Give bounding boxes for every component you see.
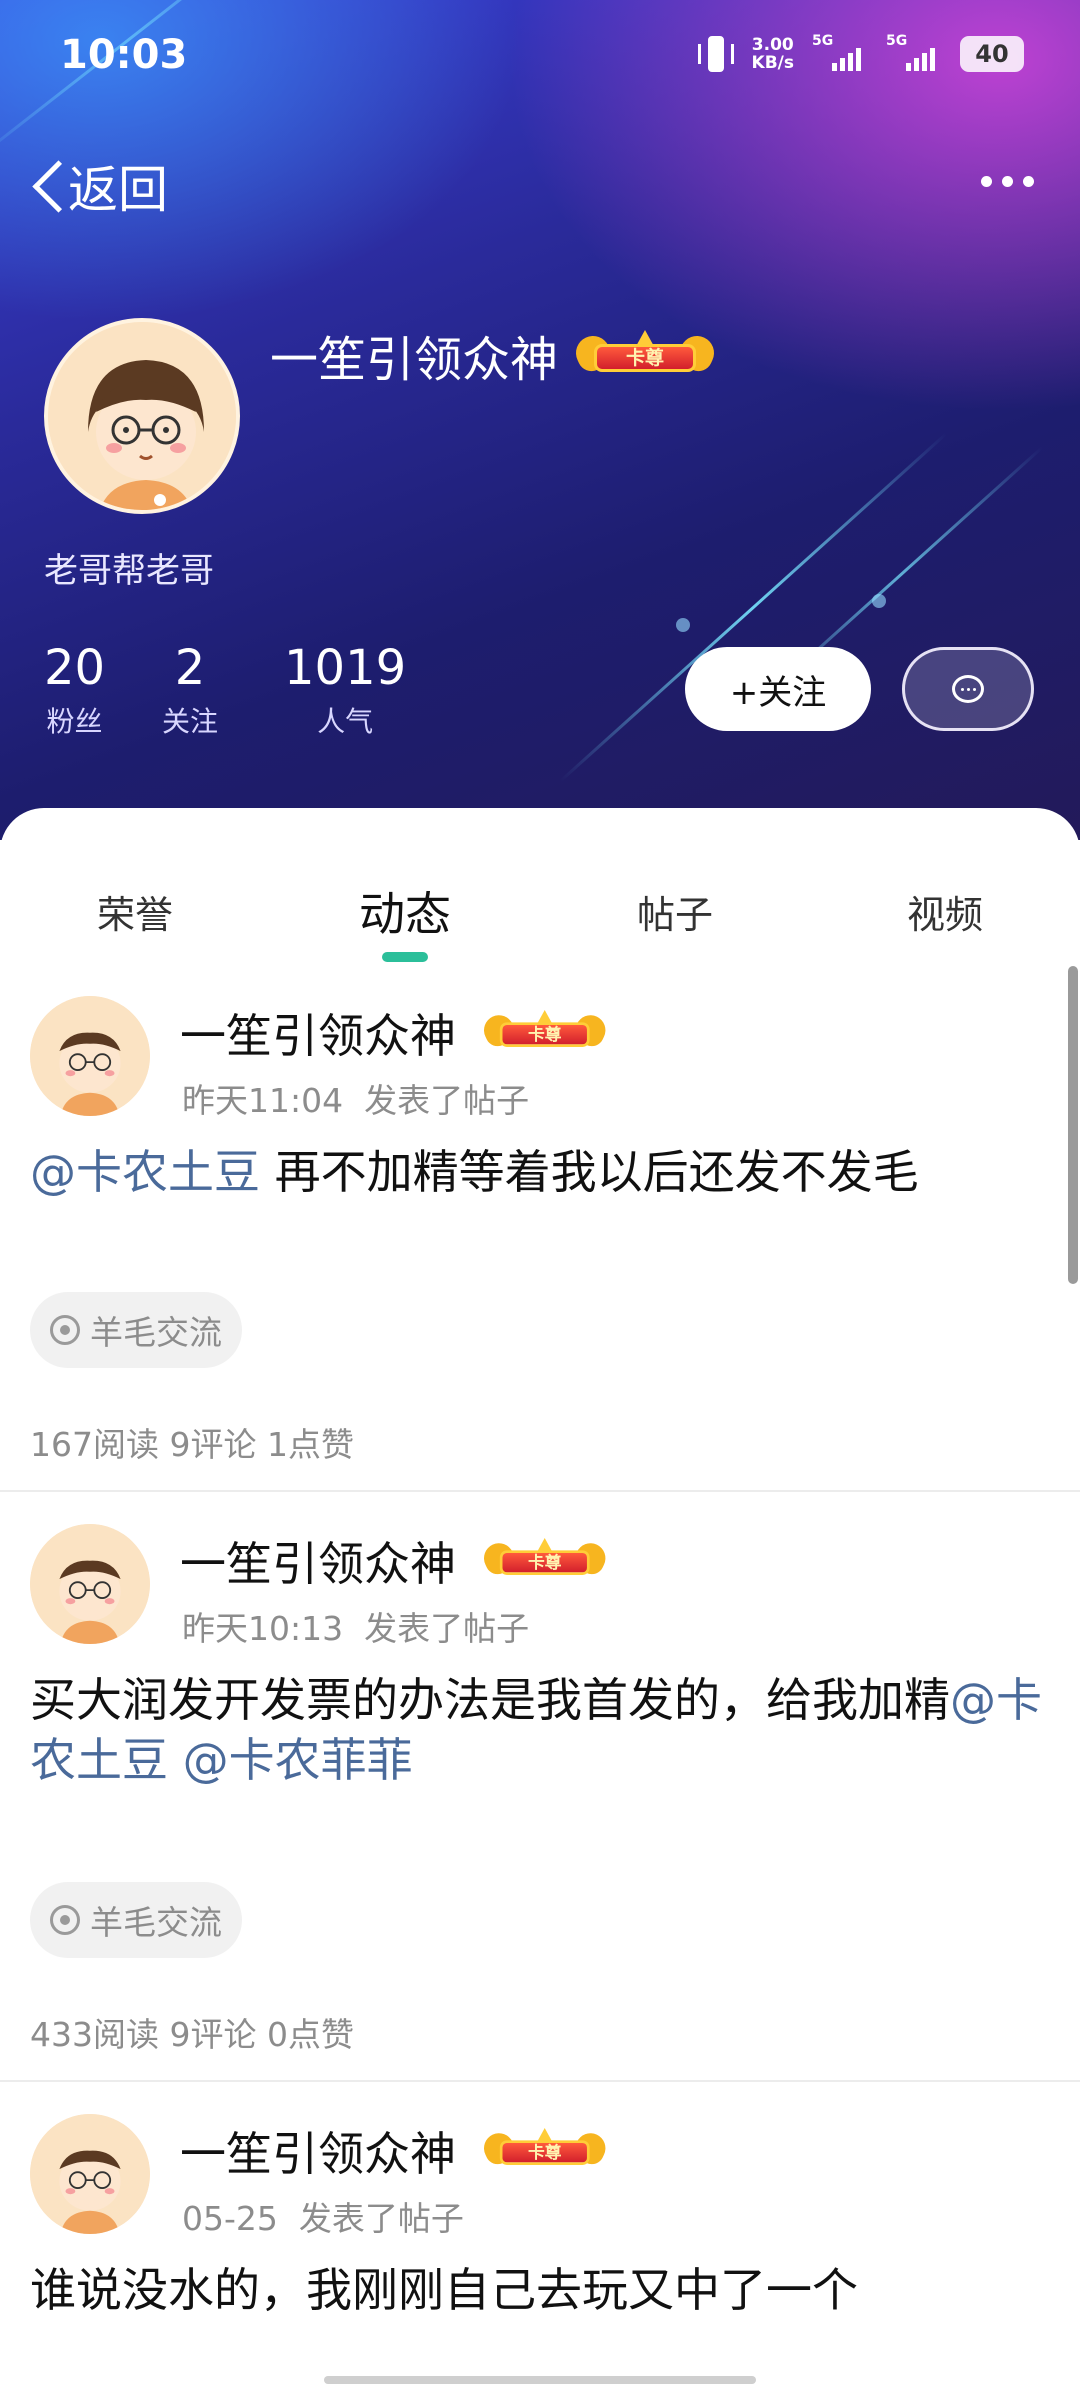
- stat-value: 1019: [284, 640, 407, 696]
- topic-tag[interactable]: 羊毛交流: [30, 1882, 242, 1958]
- status-bar: 10:03 3.00 KB/s 5G 5G 40: [0, 0, 1080, 120]
- tab-activity[interactable]: 动态: [359, 878, 451, 944]
- avatar[interactable]: [44, 318, 240, 514]
- post-meta: 05-25 发表了帖子: [182, 2192, 464, 2240]
- back-icon: [28, 158, 68, 214]
- stat-label: 关注: [162, 705, 219, 738]
- tab-honor[interactable]: 荣誉: [97, 884, 173, 939]
- badge-label: 卡尊: [499, 2140, 590, 2165]
- list-item[interactable]: 一笙引领众神 卡尊 05-25 发表了帖子 谁说没水的，我刚刚自己去玩又中了一个: [0, 2114, 1080, 2374]
- content-sheet: 荣誉 动态 帖子 视频 一笙引领众神 卡尊 昨天11:04 发表了帖子 @卡农土…: [0, 808, 1080, 2388]
- post-body: 买大润发开发票的办法是我首发的，给我加精: [30, 1673, 950, 1727]
- tab-videos[interactable]: 视频: [907, 884, 983, 939]
- list-item[interactable]: 一笙引领众神 卡尊 昨天10:13 发表了帖子 买大润发开发票的办法是我首发的，…: [0, 1524, 1080, 1924]
- post-meta: 昨天11:04 发表了帖子: [182, 1074, 529, 1122]
- badge-label: 卡尊: [499, 1022, 590, 1047]
- sim1-label: 5G: [812, 33, 834, 49]
- post-action: 发表了帖子: [298, 2199, 464, 2238]
- status-time: 10:03: [60, 32, 188, 78]
- stat-label: 人气: [317, 705, 374, 738]
- profile-bio: 老哥帮老哥: [44, 551, 214, 591]
- divider: [0, 1490, 1080, 1492]
- status-icons: 3.00 KB/s 5G 5G 40: [697, 33, 1024, 74]
- topic-icon: [50, 1905, 80, 1935]
- post-stats: 167阅读 9评论 1点赞: [30, 1425, 354, 1464]
- stat-following[interactable]: 2 关注: [162, 640, 218, 740]
- post-stats: 433阅读 9评论 0点赞: [30, 2015, 354, 2054]
- message-button[interactable]: [902, 647, 1034, 731]
- post-text[interactable]: @卡农土豆 再不加精等着我以后还发不发毛: [30, 1142, 1050, 1202]
- crown-badge-icon: 卡尊: [570, 330, 720, 376]
- post-action: 发表了帖子: [364, 1609, 530, 1648]
- avatar[interactable]: [30, 1524, 150, 1644]
- post-action: 发表了帖子: [364, 1081, 530, 1120]
- list-item[interactable]: 一笙引领众神 卡尊 昨天11:04 发表了帖子 @卡农土豆 再不加精等着我以后还…: [0, 996, 1080, 1336]
- mention-link[interactable]: @卡农土豆: [30, 1145, 260, 1199]
- divider: [0, 2080, 1080, 2082]
- post-author[interactable]: 一笙引领众神: [180, 1528, 456, 1594]
- stat-popularity: 1019 人气: [284, 640, 406, 740]
- battery-icon: 40: [960, 36, 1024, 72]
- topic-tag[interactable]: 羊毛交流: [30, 1292, 242, 1368]
- tab-bar: 荣誉 动态 帖子 视频: [0, 808, 1080, 962]
- post-author[interactable]: 一笙引领众神: [180, 2118, 456, 2184]
- topic-label: 羊毛交流: [90, 1903, 222, 1942]
- post-time: 昨天11:04: [182, 1081, 344, 1120]
- stat-fans[interactable]: 20 粉丝: [44, 640, 105, 740]
- signal-icon: 5G: [812, 33, 868, 71]
- stat-value: 2: [174, 640, 206, 696]
- topic-label: 羊毛交流: [90, 1313, 222, 1352]
- mention-link[interactable]: @卡农菲菲: [183, 1733, 413, 1787]
- net-speed: 3.00 KB/s: [752, 36, 794, 72]
- profile-username: 一笙引领众神: [270, 332, 559, 388]
- post-time: 05-25: [182, 2199, 278, 2238]
- home-indicator[interactable]: [324, 2376, 756, 2384]
- more-icon[interactable]: [981, 176, 1034, 187]
- tab-posts[interactable]: 帖子: [637, 884, 713, 939]
- badge-label: 卡尊: [499, 1550, 590, 1575]
- net-speed-value: 3.00: [751, 35, 794, 55]
- post-body: 再不加精等着我以后还发不发毛: [260, 1145, 919, 1199]
- crown-badge-icon: 卡尊: [479, 1538, 611, 1579]
- post-body: 谁说没水的，我刚刚自己去玩又中了一个: [30, 2263, 858, 2317]
- stat-label: 粉丝: [46, 705, 103, 738]
- post-meta: 昨天10:13 发表了帖子: [182, 1602, 529, 1650]
- chat-icon: [952, 675, 984, 703]
- signal-icon: 5G: [886, 33, 942, 71]
- post-text[interactable]: 买大润发开发票的办法是我首发的，给我加精@卡农土豆 @卡农菲菲: [30, 1670, 1050, 1790]
- post-author[interactable]: 一笙引领众神: [180, 1000, 456, 1066]
- badge-label: 卡尊: [594, 344, 696, 372]
- crown-badge-icon: 卡尊: [479, 1010, 611, 1051]
- avatar[interactable]: [30, 996, 150, 1116]
- tab-indicator: [382, 952, 428, 962]
- post-time: 昨天10:13: [182, 1609, 344, 1648]
- net-speed-unit: KB/s: [751, 53, 794, 73]
- light-dot: [872, 594, 886, 608]
- stat-value: 20: [44, 640, 106, 696]
- vibrate-icon: [697, 34, 734, 74]
- post-text[interactable]: 谁说没水的，我刚刚自己去玩又中了一个: [30, 2260, 1050, 2320]
- crown-badge-icon: 卡尊: [479, 2128, 611, 2169]
- avatar[interactable]: [30, 2114, 150, 2234]
- back-button[interactable]: 返回: [28, 150, 168, 222]
- sim2-label: 5G: [886, 33, 908, 49]
- topic-icon: [50, 1315, 80, 1345]
- light-dot: [676, 618, 690, 632]
- follow-button[interactable]: +关注: [685, 647, 871, 731]
